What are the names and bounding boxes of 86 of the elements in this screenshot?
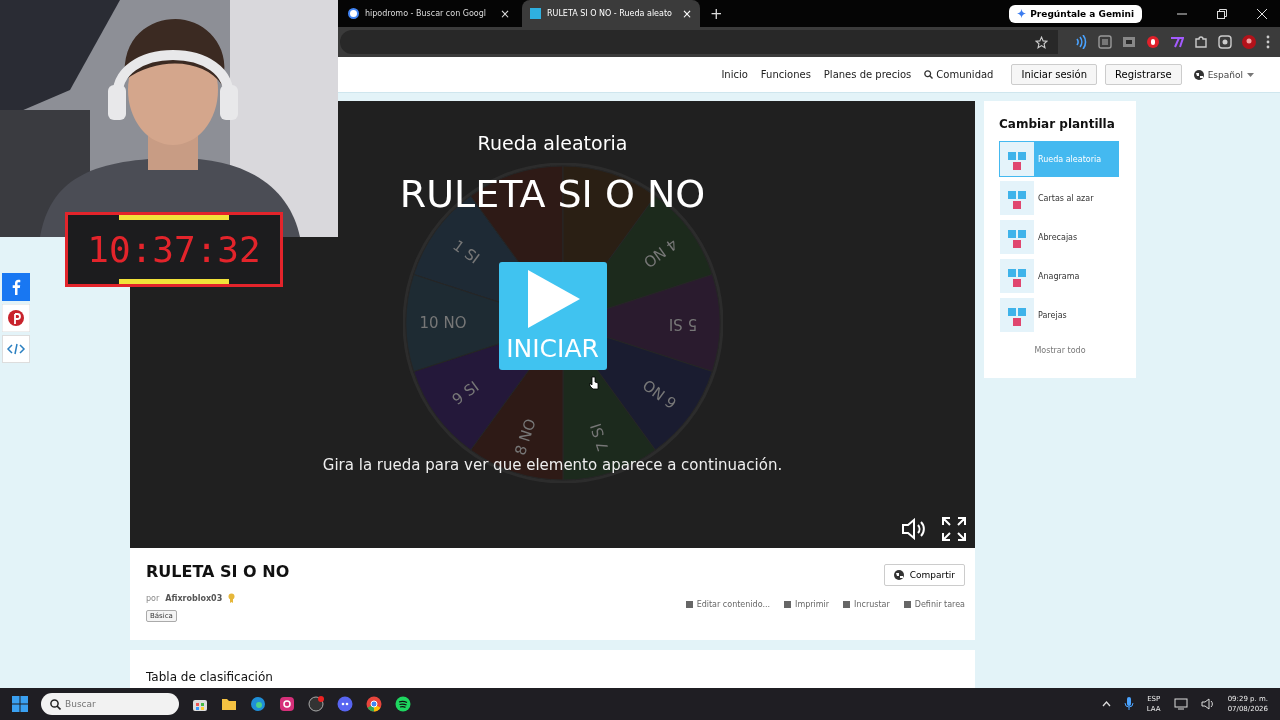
instagram-icon[interactable] — [279, 696, 295, 712]
template-thumbnail-icon — [1000, 298, 1034, 332]
extension-icon[interactable] — [1146, 35, 1160, 49]
wheel-label: 1 SI — [449, 236, 483, 268]
login-button[interactable]: Iniciar sesión — [1011, 64, 1098, 85]
profile-icon[interactable] — [1242, 35, 1256, 49]
spotify-icon[interactable] — [395, 696, 411, 712]
close-icon[interactable] — [1257, 8, 1267, 19]
template-thumbnail-icon — [1000, 259, 1034, 293]
taskbar-search-field[interactable]: Buscar — [41, 693, 179, 715]
globe-icon — [1193, 69, 1204, 80]
edge-icon[interactable] — [250, 696, 266, 712]
fullscreen-icon[interactable] — [941, 516, 967, 542]
register-button[interactable]: Registrarse — [1105, 64, 1182, 85]
template-item[interactable]: Abrecajas — [999, 219, 1119, 255]
tab-favicon-icon — [348, 8, 359, 19]
language-selector[interactable]: Español — [1193, 69, 1254, 80]
extension-icon[interactable] — [1218, 35, 1232, 49]
template-item[interactable]: Cartas al azar — [999, 180, 1119, 216]
action-link[interactable]: Editar contenido... — [685, 600, 771, 609]
by-label: por — [146, 593, 160, 603]
discord-icon[interactable] — [337, 696, 353, 712]
panel-title: Cambiar plantilla — [999, 117, 1115, 131]
tab-favicon-icon — [530, 8, 541, 19]
embed-icon[interactable] — [2, 335, 30, 363]
volume-icon[interactable] — [1200, 698, 1215, 710]
game-title: RULETA SI O NO — [399, 172, 706, 216]
nav-link[interactable]: Inicio — [721, 69, 748, 80]
action-link[interactable]: Incrustar — [843, 600, 890, 609]
language-label: Español — [1207, 69, 1243, 80]
close-icon[interactable]: × — [681, 6, 692, 21]
action-icon — [685, 601, 693, 608]
sparkle-icon — [1017, 9, 1027, 18]
browser-tab[interactable]: RULETA SI O NO - Rueda aleato × — [522, 0, 700, 27]
author-link[interactable]: Afixroblox03 — [165, 593, 223, 603]
app-icon[interactable] — [308, 696, 324, 712]
nav-link[interactable]: Planes de precios — [823, 69, 912, 80]
cursor-icon — [589, 376, 599, 390]
action-link[interactable]: Imprimir — [784, 600, 830, 609]
search-icon — [50, 698, 61, 710]
share-button[interactable]: Compartir — [883, 564, 965, 586]
wheel-label: 9 SI — [448, 377, 483, 409]
browser-tab[interactable]: hipodromo - Buscar con Googl × — [340, 0, 518, 27]
folder-icon[interactable] — [221, 696, 237, 712]
template-thumbnail-icon — [1000, 220, 1034, 254]
wheel-label: 5 SI — [668, 314, 698, 333]
action-icon — [843, 601, 851, 608]
template-item[interactable]: Anagrama — [999, 258, 1119, 294]
wheel-label: 4 NO — [640, 234, 681, 272]
facebook-icon[interactable] — [2, 273, 30, 301]
game-instruction: Gira la rueda para ver que elemento aparece a continuación. — [322, 456, 783, 474]
microphone-icon[interactable] — [1123, 697, 1134, 711]
action-icon — [784, 601, 792, 608]
puzzle-icon[interactable] — [1194, 35, 1208, 49]
play-icon — [525, 269, 580, 328]
caret-icon — [1247, 72, 1254, 77]
search-icon — [924, 70, 934, 79]
game-subtitle: Rueda aleatoria — [477, 132, 628, 154]
wheel-label: 7 SI — [586, 421, 613, 454]
wheel-label: 10 NO — [419, 313, 467, 332]
network-icon[interactable] — [1173, 698, 1188, 710]
pinterest-icon[interactable] — [2, 304, 30, 332]
nav-link[interactable]: Funciones — [760, 69, 811, 80]
template-thumbnail-icon — [1000, 181, 1034, 215]
wheel-label: 6 NO — [639, 375, 681, 413]
chevron-icon[interactable] — [1101, 701, 1111, 707]
action-icon — [903, 601, 911, 608]
nav-link[interactable]: Comunidad — [924, 69, 994, 80]
chrome-icon[interactable] — [366, 696, 382, 712]
award-icon — [228, 593, 236, 603]
gemini-button[interactable]: Pregúntale a Gemini — [1009, 4, 1142, 23]
close-icon[interactable]: × — [499, 6, 510, 21]
star-icon[interactable] — [1035, 35, 1048, 49]
leaderboard-title: Tabla de clasificación — [146, 670, 273, 684]
volume-icon[interactable] — [901, 518, 927, 540]
timer-text: 10:37:32 — [87, 229, 261, 270]
template-thumbnail-icon — [1000, 142, 1034, 176]
restore-icon[interactable] — [1217, 8, 1227, 19]
action-link[interactable]: Definir tarea — [903, 600, 965, 609]
template-item[interactable]: Parejas — [999, 297, 1119, 333]
wheel-label: 8 NO — [511, 416, 540, 458]
new-tab-button[interactable]: + — [710, 4, 723, 23]
show-all-link[interactable]: Mostrar todo — [1034, 346, 1086, 355]
menu-icon[interactable] — [1266, 35, 1270, 49]
activity-title: RULETA SI O NO — [146, 562, 290, 581]
globe-icon — [893, 570, 904, 580]
